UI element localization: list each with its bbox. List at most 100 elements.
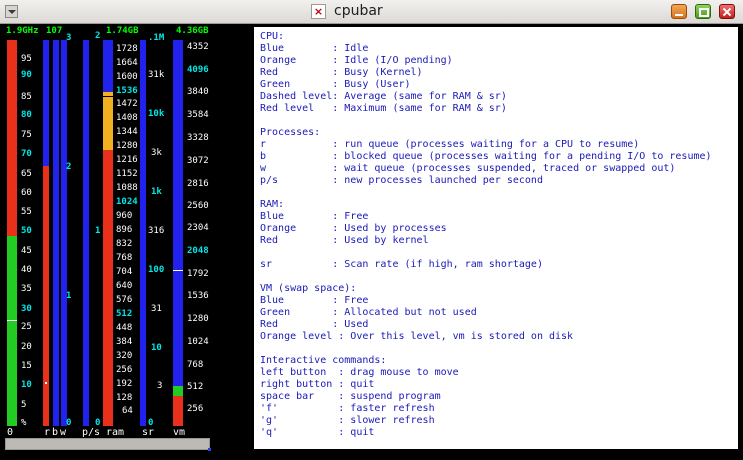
sr-tick: 31 <box>151 304 162 314</box>
sr-bar <box>140 40 146 426</box>
b-queue-bar <box>53 40 59 426</box>
ram-tick: 768 <box>116 253 133 263</box>
ram-tick: 640 <box>116 281 133 291</box>
cpu-tick-40: 40 <box>21 265 32 275</box>
cpu-tick-20: 20 <box>21 342 32 352</box>
cpu-tick-35: 35 <box>21 284 32 294</box>
w-queue-bar <box>61 40 67 426</box>
vm-used-bar <box>173 396 183 426</box>
sr-tick: 1k <box>151 187 162 197</box>
cpu-tick-90: 90 <box>21 70 32 80</box>
ram-tick: 1472 <box>116 99 138 109</box>
ram-tick: 384 <box>116 337 133 347</box>
sr-tick: 3 <box>157 381 163 391</box>
vm-tick: 2048 <box>187 246 209 256</box>
close-button[interactable] <box>719 4 735 19</box>
ram-tick: 64 <box>122 406 133 416</box>
vm-tick: 2304 <box>187 223 209 233</box>
w-column-label: w <box>60 427 67 438</box>
r-queue-fill <box>43 166 49 426</box>
cpu-tick-25: 25 <box>21 322 32 332</box>
b-tick-2: 2 <box>66 162 72 172</box>
horizontal-scrollbar[interactable] <box>5 438 210 450</box>
ram-free-bar <box>103 40 113 92</box>
cpu-tick-65: 65 <box>21 169 32 179</box>
cpu-column-label: 0 <box>7 427 14 438</box>
sr-tick: 10k <box>148 109 165 119</box>
sr-tick: 316 <box>148 226 165 236</box>
ps-column-label: p/s <box>82 427 101 438</box>
b-tick-1: 1 <box>66 291 72 301</box>
r-avg-mark <box>45 382 47 384</box>
cpu-tick-15: 15 <box>21 361 32 371</box>
cpu-tick-75: 75 <box>21 130 32 140</box>
ram-tick: 1600 <box>116 72 138 82</box>
vm-tick: 4096 <box>187 65 209 75</box>
vm-allocated-bar <box>173 386 183 396</box>
cpu-tick-80: 80 <box>21 110 32 120</box>
help-panel: CPU: Blue : Idle Orange : Idle (I/O pend… <box>253 26 739 450</box>
ram-tick: 448 <box>116 323 133 333</box>
cpu-tick-45: 45 <box>21 246 32 256</box>
ps-tick-1: 1 <box>95 226 101 236</box>
ram-avg-level <box>103 96 113 97</box>
ram-tick: 320 <box>116 351 133 361</box>
ram-tick: 960 <box>116 211 133 221</box>
ram-tick: 256 <box>116 365 133 375</box>
vm-tick: 4352 <box>187 42 209 52</box>
bw-mark-label: 3 <box>66 33 72 43</box>
ram-tick: 1536 <box>116 86 138 96</box>
cpu-tick-85: 85 <box>21 92 32 102</box>
ram-tick: 128 <box>116 393 133 403</box>
vm-tick: 3840 <box>187 87 209 97</box>
vm-tick: 3072 <box>187 156 209 166</box>
title-bar[interactable]: × cpubar <box>0 0 743 24</box>
minimize-button[interactable] <box>671 4 687 19</box>
cpu-tick-70: 70 <box>21 149 32 159</box>
window-title: cpubar <box>334 3 383 19</box>
sr-tick: 100 <box>148 265 165 275</box>
ram-tick: 1408 <box>116 113 138 123</box>
maximize-button[interactable] <box>695 4 711 19</box>
vm-free-bar <box>173 40 183 386</box>
sr-tick: 31k <box>148 70 165 80</box>
ram-tick: 576 <box>116 295 133 305</box>
ram-tick: 1280 <box>116 141 138 151</box>
app-icon: × <box>311 4 326 19</box>
vm-disk-level <box>173 270 183 271</box>
ram-tick: 1024 <box>116 197 138 207</box>
cpu-tick-55: 55 <box>21 207 32 217</box>
cpu-idle-bar <box>7 40 17 236</box>
vm-tick: 1792 <box>187 269 209 279</box>
cpubar-window: × cpubar 1.9GHz 107 3 2 1.74GB .1M 4.36G… <box>0 0 743 460</box>
help-text: CPU: Blue : Idle Orange : Idle (I/O pend… <box>260 31 712 438</box>
ram-tick: 1728 <box>116 44 138 54</box>
vm-tick: 768 <box>187 360 204 370</box>
cpu-tick-95: 95 <box>21 54 32 64</box>
window-menu-icon[interactable] <box>5 5 18 18</box>
sr-tick: 10 <box>151 343 162 353</box>
sr-column-label: sr <box>142 427 155 438</box>
vm-tick: 3328 <box>187 133 209 143</box>
vm-tick: 1280 <box>187 314 209 324</box>
ram-kernel-bar <box>103 150 113 426</box>
ps-mark-label: 2 <box>95 31 101 41</box>
sr-top-label: .1M <box>148 33 165 43</box>
b-column-label: b <box>52 427 59 438</box>
ram-tick: 896 <box>116 225 133 235</box>
cpu-freq-label: 1.9GHz <box>6 26 39 36</box>
cpu-tick-50: 50 <box>21 226 32 236</box>
ram-tick: 1216 <box>116 155 138 165</box>
cpu-tick-30: 30 <box>21 304 32 314</box>
vm-tick: 2560 <box>187 201 209 211</box>
meter-panel[interactable]: 1.9GHz 107 3 2 1.74GB .1M 4.36GB 95 90 8… <box>0 24 252 438</box>
sr-tick: 3k <box>151 148 162 158</box>
vm-column-label: vm <box>173 427 186 438</box>
cpu-tick-5: 5 <box>21 400 27 410</box>
vm-tick: 256 <box>187 404 204 414</box>
ram-tick: 1664 <box>116 58 138 68</box>
vm-tick: 3584 <box>187 110 209 120</box>
ram-process-bar <box>103 92 113 150</box>
vm-tick: 1024 <box>187 337 209 347</box>
ram-tick: 1344 <box>116 127 138 137</box>
